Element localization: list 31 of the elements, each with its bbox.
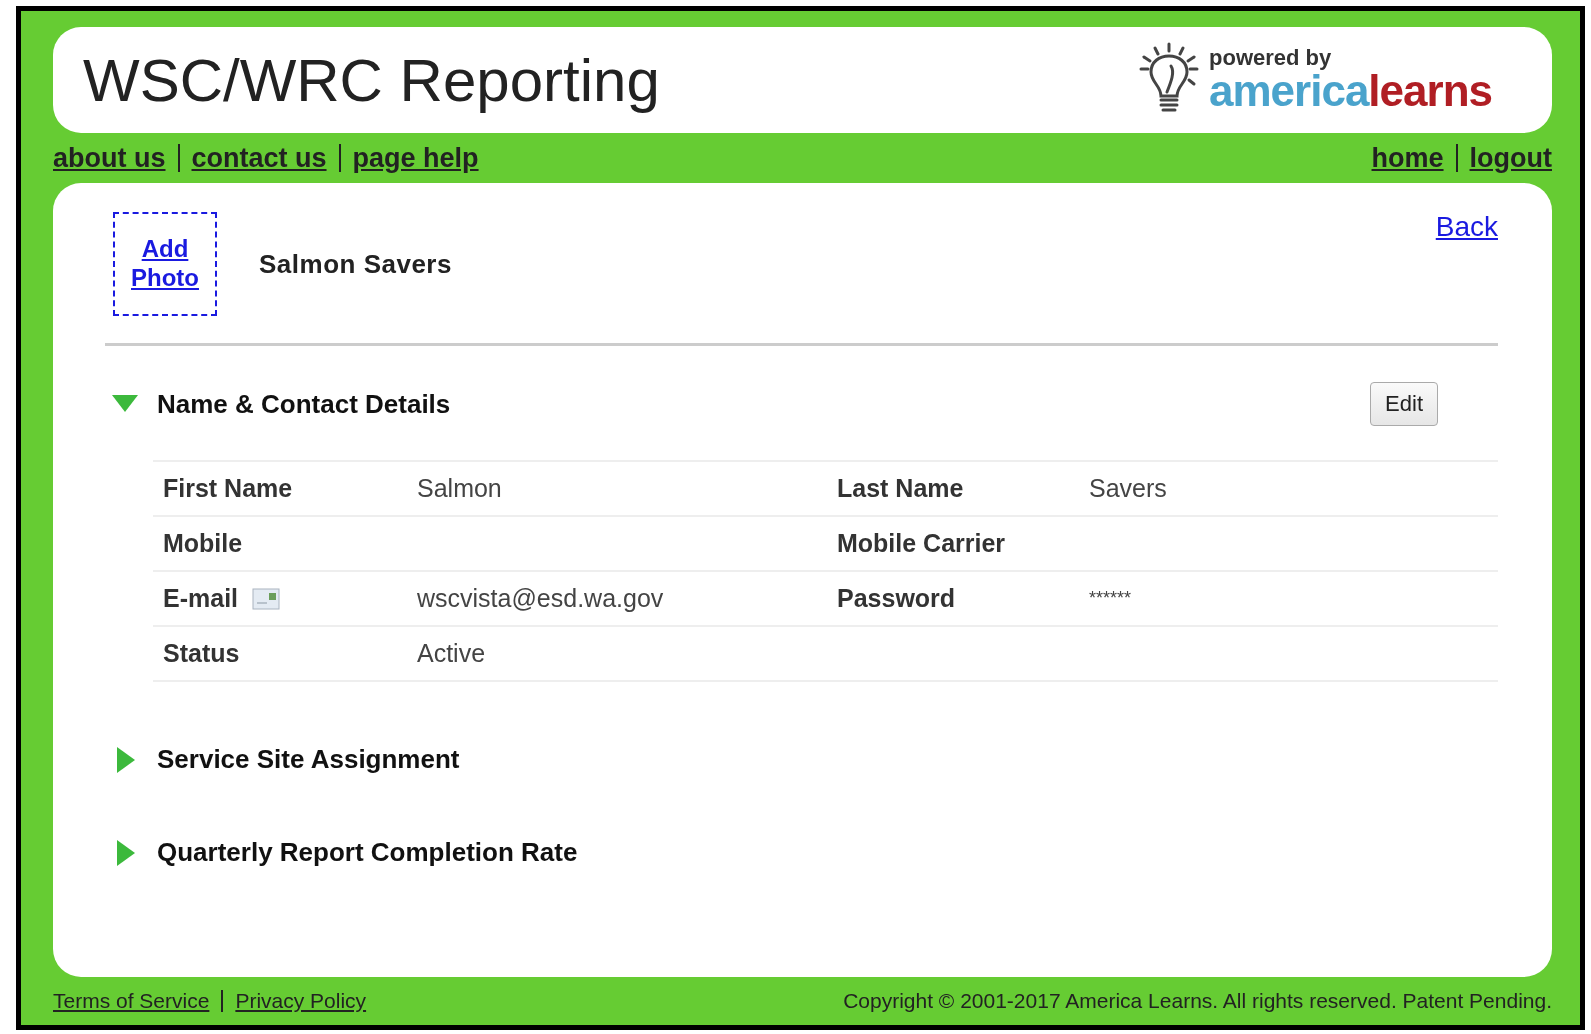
field-value: ******	[1089, 588, 1132, 609]
profile-name: Salmon Savers	[259, 248, 452, 280]
nav-link[interactable]: contact us	[191, 142, 327, 174]
field-label: Status	[163, 639, 240, 668]
edit-button[interactable]: Edit	[1370, 382, 1438, 426]
section-title[interactable]: Name & Contact Details	[157, 388, 451, 420]
field-value: wscvista@esd.wa.gov	[417, 584, 664, 613]
footer-link[interactable]: Privacy Policy	[235, 989, 367, 1013]
field-label: First Name	[163, 474, 293, 503]
footer-link[interactable]: Terms of Service	[53, 989, 210, 1013]
copyright-text: Copyright © 2001-2017 America Learns. All rights reserved. Patent Pending.	[843, 989, 1552, 1013]
brand-logo: americalearns	[1209, 69, 1492, 113]
field-label: Mobile Carrier	[837, 529, 1006, 558]
section-title[interactable]: Service Site Assignment	[157, 744, 460, 775]
nav-link[interactable]: home	[1371, 142, 1444, 174]
site-title: WSC/WRC Reporting	[83, 45, 660, 115]
field-label: E-mail	[163, 584, 239, 613]
add-photo-link[interactable]: Add Photo	[113, 212, 217, 316]
logo-tagline: powered by	[1209, 47, 1333, 69]
field-value: Salmon	[417, 474, 502, 503]
nav-link[interactable]: page help	[352, 142, 479, 174]
field-label: Last Name	[837, 474, 964, 503]
back-link[interactable]: Back	[1435, 211, 1498, 243]
section-title[interactable]: Quarterly Report Completion Rate	[157, 837, 578, 868]
field-value: Active	[417, 639, 486, 668]
nav-link[interactable]: logout	[1469, 142, 1552, 174]
field-label: Password	[837, 584, 956, 613]
field-value: Savers	[1089, 474, 1167, 503]
email-card-icon[interactable]	[252, 587, 281, 610]
field-label: Mobile	[163, 529, 243, 558]
nav-link[interactable]: about us	[53, 142, 166, 174]
